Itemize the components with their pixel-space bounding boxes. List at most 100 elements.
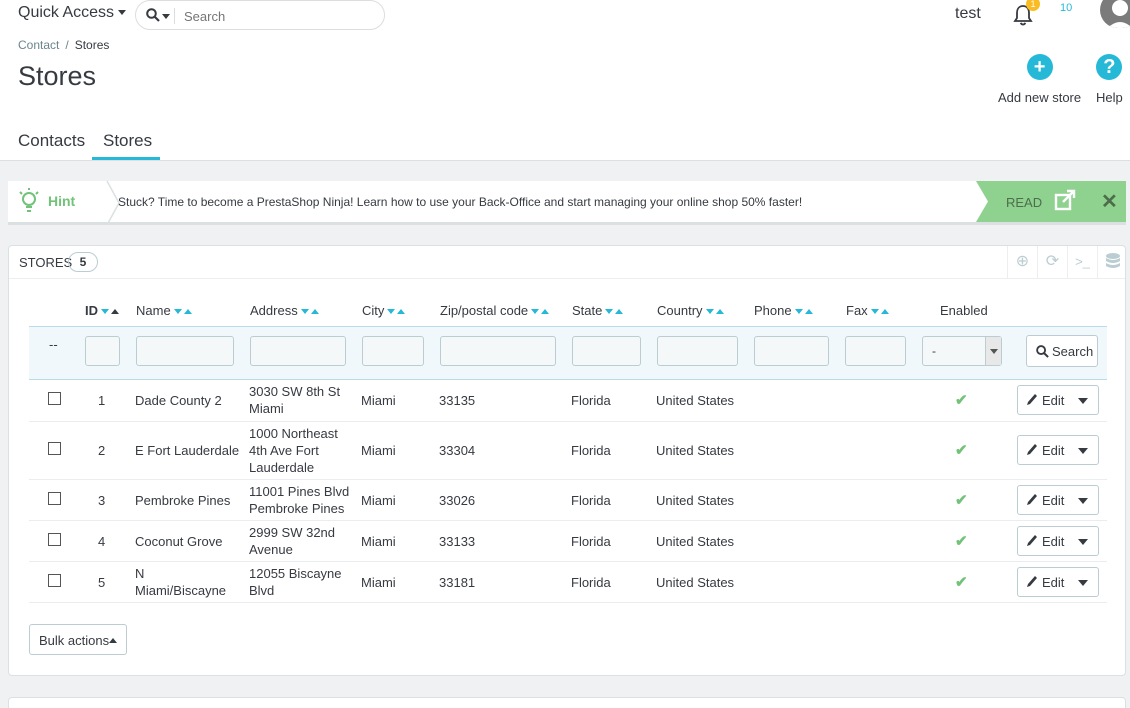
cell-address: 3030 SW 8th St Miami (249, 383, 340, 417)
quick-access-menu[interactable]: Quick Access (18, 4, 127, 22)
help-button[interactable]: ? Help (1096, 54, 1123, 105)
read-button[interactable]: READ ✕ (976, 181, 1126, 222)
enabled-check-icon[interactable]: ✔ (955, 391, 968, 409)
sort-asc-icon[interactable] (541, 309, 550, 315)
tab-contacts[interactable]: Contacts (18, 131, 85, 151)
sort-desc-icon[interactable] (300, 309, 309, 315)
filter-id-input[interactable] (85, 336, 120, 366)
column-label: State (572, 303, 603, 318)
column-header-name[interactable]: Name (136, 303, 192, 318)
filter-address-input[interactable] (250, 336, 346, 366)
read-label: READ (1006, 195, 1043, 210)
tab-stores[interactable]: Stores (103, 131, 152, 151)
cell-country: United States (656, 534, 735, 549)
database-icon[interactable] (1097, 246, 1127, 278)
edit-label: Edit (1042, 575, 1065, 590)
edit-label: Edit (1042, 534, 1065, 549)
edit-button[interactable]: Edit (1017, 385, 1099, 415)
column-header-id[interactable]: ID (85, 303, 119, 318)
messages-count: 10 (1060, 2, 1073, 14)
column-header-zip[interactable]: Zip/postal code (440, 303, 550, 318)
sort-desc-icon[interactable] (101, 309, 109, 315)
divider (174, 8, 175, 24)
row-checkbox[interactable] (48, 574, 61, 587)
enabled-check-icon[interactable]: ✔ (955, 532, 968, 550)
pencil-icon (1026, 393, 1038, 410)
breadcrumb-separator: / (65, 38, 69, 52)
chevron-down-icon[interactable] (1078, 580, 1088, 586)
hint-message: Stuck? Time to become a PrestaShop Ninja… (118, 195, 803, 209)
panel-title: STORES (19, 255, 73, 270)
sort-desc-icon[interactable] (870, 309, 879, 315)
messages-icon[interactable]: 10 (1060, 2, 1072, 14)
refresh-icon[interactable]: ⟳ (1037, 246, 1067, 278)
column-header-address[interactable]: Address (250, 303, 319, 318)
close-icon[interactable]: ✕ (1101, 189, 1118, 214)
sort-asc-icon[interactable] (880, 309, 889, 315)
search-button-label: Search (1052, 344, 1094, 359)
enabled-check-icon[interactable]: ✔ (955, 441, 968, 459)
search-input[interactable] (184, 6, 374, 26)
cell-id: 1 (98, 393, 106, 408)
address-line: Pembroke Pines (249, 501, 345, 516)
filter-country-input[interactable] (657, 336, 738, 366)
breadcrumb-contact[interactable]: Contact (18, 38, 59, 52)
column-header-state[interactable]: State (572, 303, 624, 318)
filter-phone-input[interactable] (754, 336, 829, 366)
column-header-phone[interactable]: Phone (754, 303, 813, 318)
row-checkbox[interactable] (48, 392, 61, 405)
filter-fax-input[interactable] (845, 336, 906, 366)
sort-asc-icon[interactable] (615, 309, 624, 315)
add-icon[interactable]: ⊕ (1007, 246, 1037, 278)
notifications-badge: 1 (1026, 0, 1040, 11)
edit-button[interactable]: Edit (1017, 485, 1099, 515)
search-icon[interactable] (146, 8, 160, 27)
edit-button[interactable]: Edit (1017, 567, 1099, 597)
sort-asc-icon[interactable] (715, 309, 724, 315)
sort-asc-icon[interactable] (111, 309, 119, 315)
cell-country: United States (656, 493, 735, 508)
chevron-up-icon (109, 638, 117, 643)
sql-query-icon[interactable]: >_ (1067, 246, 1097, 278)
search-scope-chevron-icon[interactable] (162, 14, 170, 19)
chevron-down-icon[interactable] (1078, 398, 1088, 404)
row-checkbox[interactable] (48, 533, 61, 546)
cell-id: 4 (98, 534, 106, 549)
user-name[interactable]: test (955, 5, 981, 23)
filter-enabled-select[interactable]: - (922, 336, 1002, 366)
sort-desc-icon[interactable] (531, 309, 540, 315)
sort-asc-icon[interactable] (804, 309, 813, 315)
enabled-check-icon[interactable]: ✔ (955, 573, 968, 591)
row-checkbox[interactable] (48, 442, 61, 455)
avatar[interactable] (1100, 0, 1130, 28)
sort-asc-icon[interactable] (310, 309, 319, 315)
bulk-actions-button[interactable]: Bulk actions (29, 624, 127, 655)
sort-desc-icon[interactable] (605, 309, 614, 315)
filter-state-input[interactable] (572, 336, 641, 366)
chevron-down-icon[interactable] (1078, 539, 1088, 545)
add-new-store-button[interactable]: + Add new store (998, 54, 1081, 105)
sort-asc-icon[interactable] (397, 309, 406, 315)
sort-asc-icon[interactable] (183, 309, 192, 315)
filter-name-input[interactable] (136, 336, 234, 366)
external-link-icon (1054, 189, 1076, 216)
column-header-city[interactable]: City (362, 303, 406, 318)
help-circle-icon: ? (1096, 54, 1123, 80)
chevron-down-icon[interactable] (1078, 498, 1088, 504)
edit-button[interactable]: Edit (1017, 435, 1099, 465)
column-header-country[interactable]: Country (657, 303, 724, 318)
filter-zip-input[interactable] (440, 336, 556, 366)
edit-button[interactable]: Edit (1017, 526, 1099, 556)
pencil-icon (1026, 534, 1038, 551)
sort-desc-icon[interactable] (794, 309, 803, 315)
row-checkbox[interactable] (48, 492, 61, 505)
cell-address: 1000 Northeast 4th Ave Fort Lauderdale (249, 425, 338, 476)
sort-desc-icon[interactable] (387, 309, 396, 315)
sort-desc-icon[interactable] (705, 309, 714, 315)
filter-city-input[interactable] (362, 336, 424, 366)
enabled-check-icon[interactable]: ✔ (955, 491, 968, 509)
column-header-fax[interactable]: Fax (846, 303, 889, 318)
search-button[interactable]: Search (1026, 335, 1098, 367)
sort-desc-icon[interactable] (173, 309, 182, 315)
chevron-down-icon[interactable] (1078, 448, 1088, 454)
